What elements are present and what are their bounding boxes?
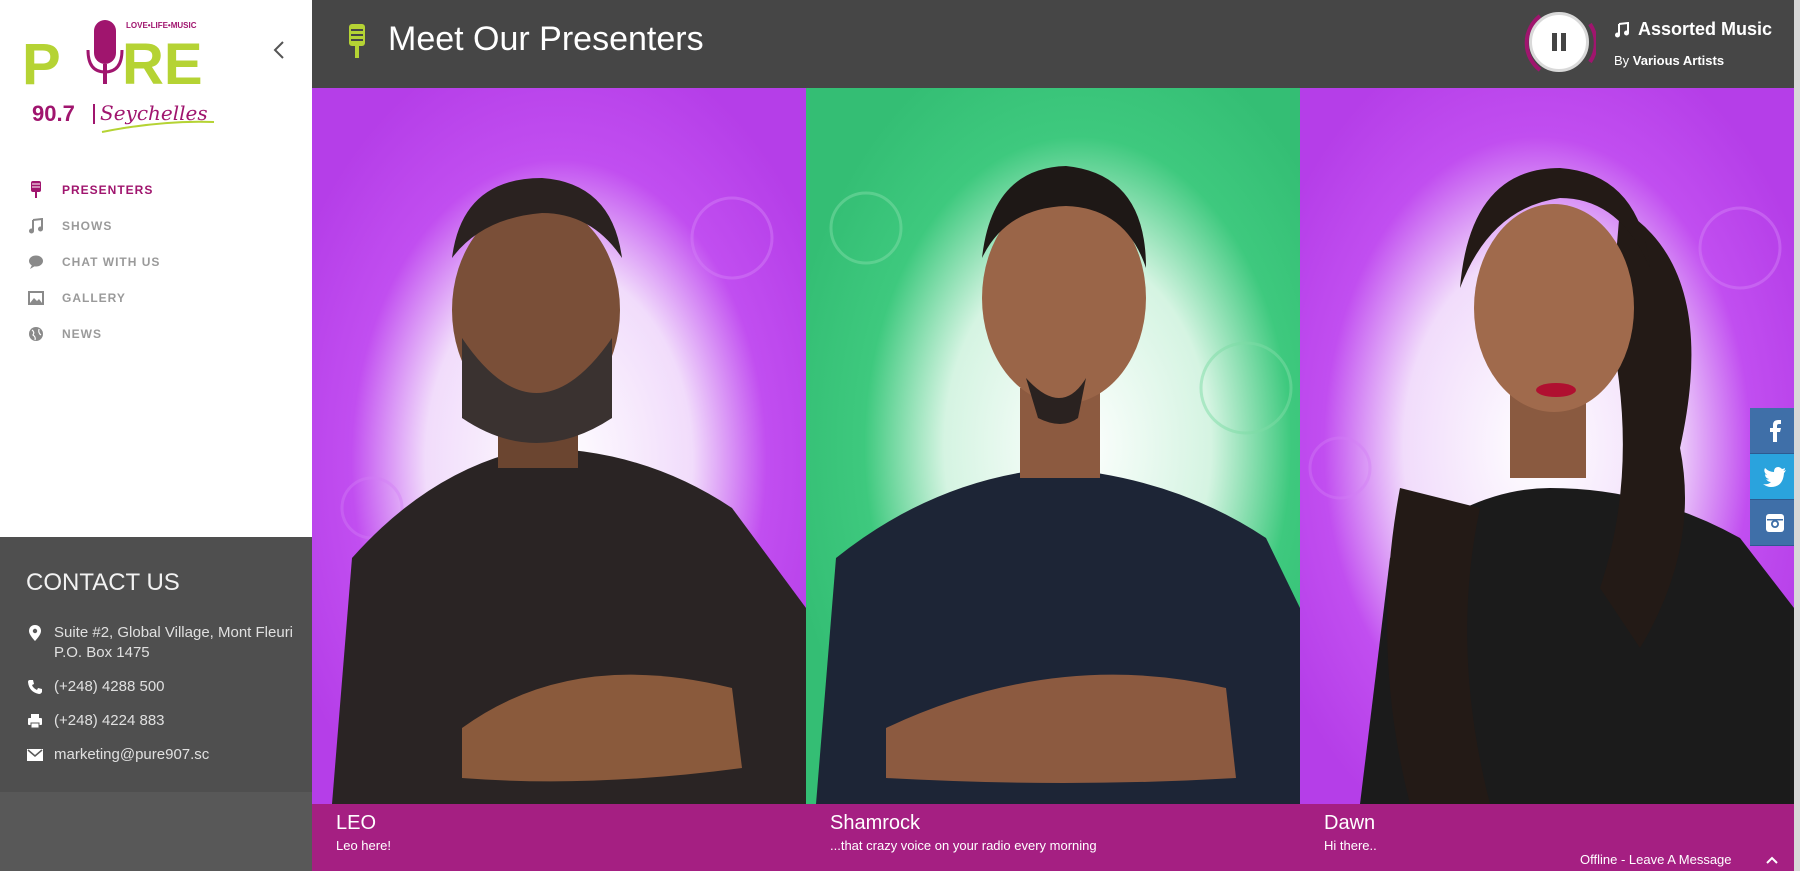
nav-label: PRESENTERS <box>62 183 154 197</box>
track-title-text: Assorted Music <box>1638 19 1773 39</box>
collapse-sidebar-icon[interactable] <box>268 38 292 62</box>
facebook-button[interactable] <box>1750 408 1800 454</box>
artist-name: Various Artists <box>1632 53 1725 68</box>
microphone-icon <box>349 24 365 58</box>
page-header: Meet Our Presenters Assorted Music By Va… <box>312 0 1800 88</box>
track-title: Assorted Music <box>1614 19 1772 40</box>
chat-icon <box>26 252 46 272</box>
social-share-bar <box>1750 408 1800 546</box>
contact-phone-text: (+248) 4288 500 <box>54 678 165 695</box>
contact-fax-text: (+248) 4224 883 <box>54 712 165 729</box>
presenter-card-dawn[interactable]: Dawn Hi there.. <box>1300 88 1794 871</box>
presenter-photo <box>806 88 1300 804</box>
contact-title: CONTACT US <box>26 569 180 596</box>
email-icon <box>27 749 43 761</box>
presenter-card-shamrock[interactable]: Shamrock ...that crazy voice on your rad… <box>806 88 1300 871</box>
contact-address-text: Suite #2, Global Village, Mont Fleuri P.… <box>54 624 294 661</box>
main-nav: PRESENTERS SHOWS CHAT WITH US GALLERY NE… <box>26 172 160 352</box>
pause-button[interactable] <box>1529 12 1589 72</box>
instagram-icon <box>1766 513 1784 532</box>
contact-fax: (+248) 4224 883 <box>26 711 296 731</box>
facebook-icon <box>1770 419 1781 442</box>
chat-label: Offline - Leave A Message <box>1580 852 1732 867</box>
twitter-button[interactable] <box>1750 454 1800 500</box>
printer-icon <box>28 714 42 729</box>
contact-email-text: marketing@pure907.sc <box>54 746 210 763</box>
track-artist: By Various Artists <box>1614 53 1724 68</box>
pause-icon-bar <box>1561 33 1566 51</box>
sidebar-menu-panel: LOVE•LIFE•MUSIC P RE 90.7 Seychelles PRE… <box>0 0 312 537</box>
twitter-icon <box>1763 466 1786 487</box>
svg-text:LOVE•LIFE•MUSIC: LOVE•LIFE•MUSIC <box>126 21 197 30</box>
chevron-up-icon <box>1766 856 1778 864</box>
pause-icon <box>1552 33 1557 51</box>
location-pin-icon <box>29 625 41 641</box>
contact-list: Suite #2, Global Village, Mont Fleuri P.… <box>26 623 296 779</box>
svg-text:P: P <box>22 32 61 97</box>
nav-item-gallery[interactable]: GALLERY <box>26 280 160 316</box>
image-icon <box>26 288 46 308</box>
pure-logo[interactable]: LOVE•LIFE•MUSIC P RE 90.7 Seychelles <box>22 16 232 144</box>
presenter-name: Shamrock <box>830 812 921 834</box>
phone-icon <box>28 680 42 694</box>
presenter-name: LEO <box>336 812 377 834</box>
svg-text:RE: RE <box>122 32 203 97</box>
presenter-subtitle: ...that crazy voice on your radio every … <box>830 838 1097 853</box>
nav-item-chat-with-us[interactable]: CHAT WITH US <box>26 244 160 280</box>
chat-widget-bar[interactable]: Offline - Leave A Message <box>1570 848 1788 871</box>
globe-icon <box>26 324 46 344</box>
presenter-name: Dawn <box>1324 812 1376 834</box>
music-note-icon <box>1615 21 1629 37</box>
contact-email[interactable]: marketing@pure907.sc <box>26 745 296 765</box>
svg-text:90.7: 90.7 <box>32 101 75 126</box>
presenter-photo <box>1300 88 1794 804</box>
nav-item-news[interactable]: NEWS <box>26 316 160 352</box>
nav-label: NEWS <box>62 327 102 341</box>
audio-player: Assorted Music By Various Artists <box>1510 0 1800 88</box>
presenter-card-leo[interactable]: LEO Leo here! <box>312 88 806 871</box>
presenter-caption: LEO Leo here! <box>312 804 806 871</box>
nav-item-presenters[interactable]: PRESENTERS <box>26 172 160 208</box>
sidebar: LOVE•LIFE•MUSIC P RE 90.7 Seychelles PRE… <box>0 0 312 871</box>
nav-label: GALLERY <box>62 291 126 305</box>
contact-phone[interactable]: (+248) 4288 500 <box>26 677 296 697</box>
presenter-grid: LEO Leo here! Shamrock ...that crazy voi… <box>312 88 1800 871</box>
by-label: By <box>1614 53 1630 68</box>
presenter-subtitle: Leo here! <box>336 838 391 853</box>
contact-address: Suite #2, Global Village, Mont Fleuri P.… <box>26 623 296 663</box>
microphone-icon <box>26 180 46 200</box>
presenter-caption: Shamrock ...that crazy voice on your rad… <box>806 804 1300 871</box>
page-title: Meet Our Presenters <box>388 20 704 58</box>
music-note-icon <box>26 216 46 236</box>
nav-label: SHOWS <box>62 219 113 233</box>
instagram-button[interactable] <box>1750 500 1800 546</box>
contact-panel: CONTACT US Suite #2, Global Village, Mon… <box>0 537 312 871</box>
nav-label: CHAT WITH US <box>62 255 161 269</box>
nav-item-shows[interactable]: SHOWS <box>26 208 160 244</box>
scrollbar[interactable] <box>1794 0 1800 871</box>
presenter-photo <box>312 88 806 804</box>
